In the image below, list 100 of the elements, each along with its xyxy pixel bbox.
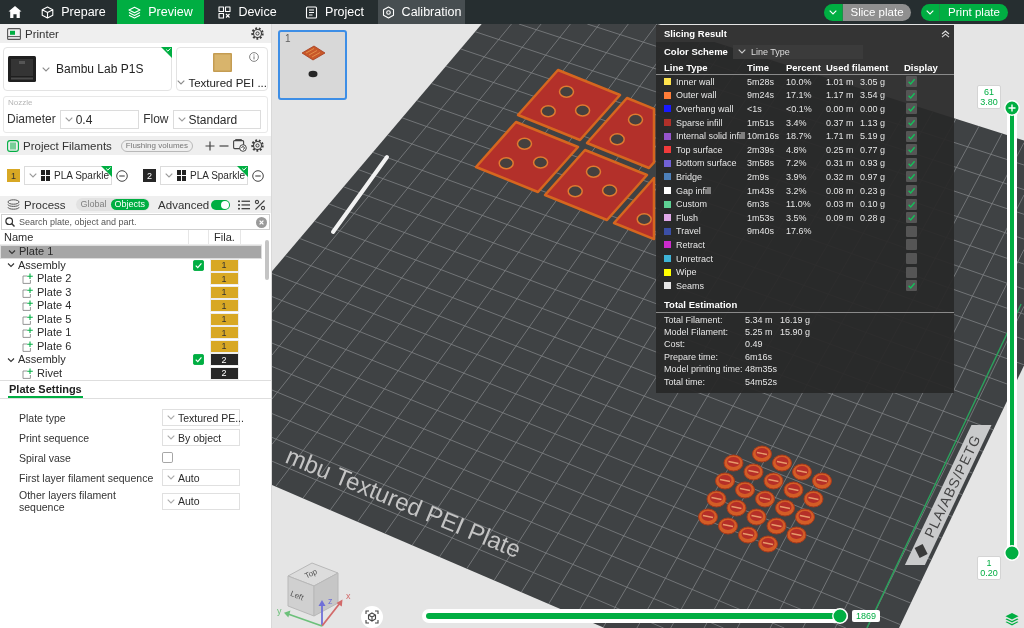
display-checkbox[interactable] (906, 212, 917, 224)
display-checkbox[interactable] (906, 171, 917, 183)
list-icon[interactable] (238, 199, 251, 210)
tree-item[interactable]: Assembly 2 (0, 353, 262, 367)
display-checkbox[interactable] (906, 144, 917, 156)
setting-select[interactable]: Auto (162, 492, 240, 510)
caret-icon (177, 80, 186, 85)
table-cell-text: 1m43s (747, 185, 775, 196)
chevron-icon[interactable] (8, 247, 16, 256)
clear-icon[interactable] (256, 216, 267, 228)
display-checkbox[interactable] (906, 266, 917, 278)
checkbox[interactable] (192, 259, 204, 271)
slider-handle[interactable] (832, 608, 848, 624)
chevron-icon[interactable] (7, 261, 15, 270)
settings-icon[interactable] (251, 139, 264, 152)
search-field[interactable]: Search plate, object and part. (1, 214, 270, 230)
printer-select[interactable]: Bambu Lab P1S (3, 47, 173, 91)
table-cell-text: 0.23 g (860, 185, 887, 196)
settings-icon[interactable] (251, 27, 264, 40)
tree-item[interactable]: Plate 1 (0, 245, 262, 259)
dropdown[interactable]: Standard (172, 110, 261, 129)
tree-item[interactable]: Assembly 1 (0, 258, 262, 272)
chevron-icon[interactable] (7, 355, 15, 364)
scrollbar-thumb[interactable] (265, 240, 269, 280)
hexagon-icon (381, 5, 395, 19)
table-cell-text: 1m51s (747, 117, 775, 128)
striped-box-icon (7, 139, 19, 152)
nav-tab[interactable]: Project (291, 0, 378, 24)
tree-item[interactable]: Plate 1 1 (0, 326, 262, 340)
field-label: Color Scheme (664, 46, 728, 57)
column-header: Fila. (214, 231, 235, 243)
filament-select[interactable]: PLA Sparkle (160, 166, 248, 185)
total-label: Cost: (664, 339, 686, 350)
display-checkbox[interactable] (906, 225, 917, 237)
minus-circle-icon[interactable] (116, 169, 128, 182)
part-icon (22, 313, 34, 325)
tree-item[interactable]: Plate 3 1 (0, 285, 262, 299)
checkbox[interactable] (192, 354, 204, 366)
color-scheme-select[interactable]: Line Type (732, 44, 863, 59)
line-type-name: Unretract (676, 253, 714, 264)
plate-thumbnail[interactable]: 1 (278, 30, 347, 100)
tree-item[interactable]: Plate 4 1 (0, 299, 262, 313)
display-checkbox[interactable] (906, 157, 917, 169)
display-checkbox[interactable] (906, 130, 917, 142)
display-checkbox[interactable] (906, 89, 917, 101)
display-checkbox[interactable] (906, 239, 917, 251)
percent-icon[interactable] (254, 198, 267, 211)
table-cell-text: 0.31 m (826, 158, 855, 169)
display-checkbox[interactable] (906, 198, 917, 210)
info-icon[interactable] (249, 52, 259, 62)
table-cell-text: 1m53s (747, 212, 775, 223)
display-checkbox[interactable] (906, 185, 917, 197)
caret-icon (42, 66, 50, 72)
dropdown-button[interactable] (921, 3, 940, 21)
plus-icon[interactable] (205, 140, 215, 151)
tree-item[interactable]: Plate 2 1 (0, 272, 262, 286)
table-cell-text: 0.25 m (826, 144, 855, 155)
setting-select[interactable]: By object (162, 429, 240, 446)
layer-height: 3.80 (980, 97, 998, 107)
table-cell-text: 3.9% (786, 171, 808, 182)
nav-tab[interactable]: Calibration (378, 0, 465, 24)
checker-icon (41, 170, 50, 181)
caret-icon (167, 435, 175, 440)
field-label: Flow (143, 111, 169, 128)
layer-number: 61 (984, 87, 994, 97)
tree-item[interactable]: Rivet 2 (0, 366, 262, 380)
display-checkbox[interactable] (906, 103, 917, 115)
table-cell-text: 2m39s (747, 144, 775, 155)
display-checkbox[interactable] (906, 76, 917, 88)
checkbox[interactable] (162, 452, 173, 463)
setting-label: Plate type (19, 411, 67, 424)
dropdown-button[interactable] (824, 3, 843, 21)
slider-handle[interactable] (1004, 545, 1020, 561)
tree-item[interactable]: Plate 5 1 (0, 312, 262, 326)
move-slider-track[interactable] (422, 609, 848, 623)
total-value: 15.90 g (780, 327, 812, 338)
models-thumbnail-icon (299, 45, 326, 79)
setting-select[interactable]: Auto (162, 469, 240, 486)
view-cube[interactable] (284, 562, 343, 627)
layer-slider-track[interactable] (1007, 100, 1017, 561)
display-checkbox[interactable] (906, 280, 917, 292)
advanced-switch[interactable] (211, 199, 231, 210)
box-sync-icon[interactable] (233, 139, 247, 152)
nav-tab[interactable]: Prepare (30, 0, 117, 24)
filament-select[interactable]: PLA Sparkle (24, 166, 112, 185)
column-header: Percent (786, 62, 822, 73)
minus-circle-icon[interactable] (252, 169, 264, 182)
collapse-icon[interactable] (941, 29, 950, 38)
plate-type-select[interactable]: Textured PEI ... (176, 47, 268, 91)
nav-tab[interactable]: Device (204, 0, 291, 24)
tree-item[interactable]: Plate 6 1 (0, 339, 262, 353)
settings-tab[interactable]: Plate Settings (8, 383, 83, 398)
line-type-name: Gap infill (676, 185, 712, 196)
table-cell-text: 0.32 m (826, 171, 855, 182)
cube-frame-icon[interactable] (361, 606, 383, 628)
display-checkbox[interactable] (906, 117, 917, 129)
display-checkbox[interactable] (906, 253, 917, 264)
caret-icon (167, 498, 175, 504)
slider-handle[interactable] (1004, 100, 1020, 116)
dropdown[interactable]: 0.4 (59, 110, 140, 129)
